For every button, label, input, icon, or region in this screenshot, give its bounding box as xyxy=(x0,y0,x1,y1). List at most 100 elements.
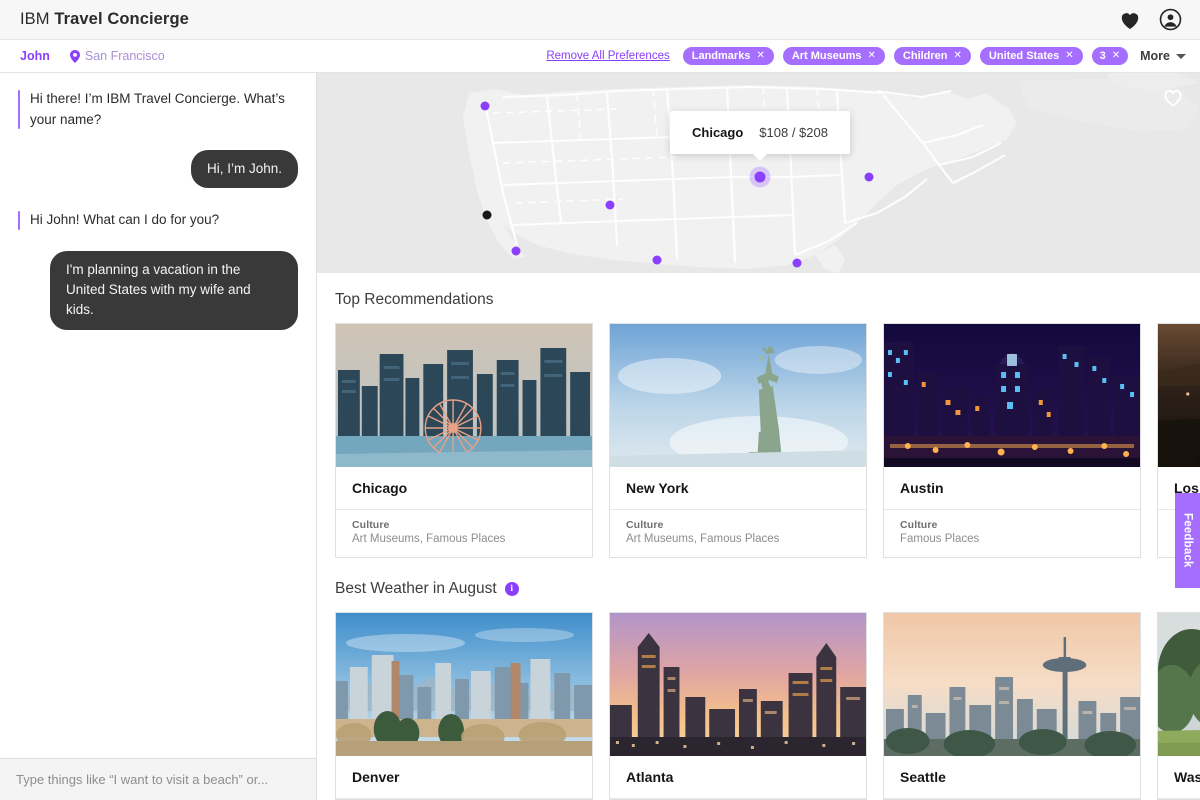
close-icon[interactable]: ✕ xyxy=(954,51,962,61)
chat-panel: Hi there! I’m IBM Travel Concierge. What… xyxy=(0,73,317,800)
card-image xyxy=(336,613,592,756)
card-tags: Culture Art Museums, Famous Places xyxy=(336,510,592,557)
app-header: IBM Travel Concierge xyxy=(0,0,1200,40)
user-name[interactable]: John xyxy=(20,49,50,63)
header-actions xyxy=(1119,8,1182,31)
seattle-skyline-image xyxy=(884,613,1140,756)
more-label: More xyxy=(1140,49,1170,63)
chat-input-bar xyxy=(0,758,316,800)
section-title-label: Top Recommendations xyxy=(335,291,494,308)
chicago-skyline-image xyxy=(336,324,592,467)
brand-ibm: IBM xyxy=(20,10,50,28)
card-title: New York xyxy=(610,467,866,510)
map-marker-atlanta[interactable] xyxy=(792,258,802,268)
preferences-bar: John San Francisco Remove All Preference… xyxy=(0,40,1200,73)
chip-label: 3 xyxy=(1099,50,1106,62)
account-circle-icon[interactable] xyxy=(1159,8,1182,31)
chip-label: Children xyxy=(902,50,948,62)
more-preferences-button[interactable]: More xyxy=(1140,49,1186,63)
chip-label: Art Museums xyxy=(791,50,862,62)
chip-label: Landmarks xyxy=(691,50,751,62)
chat-message-user: Hi, I’m John. xyxy=(190,150,298,189)
card-denver[interactable]: Denver xyxy=(335,90,1182,800)
card-tag-values: Art Museums, Famous Places xyxy=(352,533,506,545)
preference-chip-children[interactable]: Children ✕ xyxy=(893,47,971,65)
map-marker-san-francisco[interactable] xyxy=(482,210,492,220)
card-title: Washington xyxy=(1158,756,1200,799)
chat-message-user-row: I'm planning a vacation in the United St… xyxy=(18,250,298,330)
map-marker-seattle[interactable] xyxy=(480,101,490,111)
section-title: Top Recommendations xyxy=(335,291,1200,309)
card-tags: Culture Art Museums, Famous Places xyxy=(610,510,866,557)
card-title: Seattle xyxy=(884,756,1140,799)
card-title: Chicago xyxy=(336,467,592,510)
card-atlanta[interactable]: Atlanta xyxy=(609,90,1182,800)
chat-message-bot: Hi there! I’m IBM Travel Concierge. What… xyxy=(18,89,298,130)
section-best-weather: Best Weather in August i Denver Atlanta … xyxy=(317,90,1200,800)
card-austin[interactable]: Austin Culture Famous Places xyxy=(883,90,1182,558)
close-icon[interactable]: ✕ xyxy=(756,51,764,61)
map-marker-chicago[interactable] xyxy=(754,171,766,183)
preference-chips: Remove All Preferences Landmarks ✕ Art M… xyxy=(546,47,1186,65)
map-tooltip-price: $108 / $208 xyxy=(759,125,828,140)
section-title: Best Weather in August i xyxy=(335,580,1200,598)
card-image xyxy=(1158,613,1200,756)
card-title: Denver xyxy=(336,756,592,799)
preference-chip-united-states[interactable]: United States ✕ xyxy=(979,47,1083,65)
card-image xyxy=(884,613,1140,756)
atlanta-sunset-image xyxy=(610,613,866,756)
card-tag-category: Culture xyxy=(900,519,938,531)
preference-chip-overflow-count[interactable]: 3 ✕ xyxy=(1091,47,1129,65)
info-icon[interactable]: i xyxy=(504,582,519,596)
main-content: Chicago $108 / $208 Top Recommendations xyxy=(317,73,1200,800)
card-tag-category: Culture xyxy=(626,519,664,531)
map-marker-washington[interactable] xyxy=(864,172,874,182)
chat-message-user: I'm planning a vacation in the United St… xyxy=(50,250,298,330)
card-image xyxy=(1158,324,1200,467)
washington-park-image xyxy=(1158,613,1200,756)
preference-chip-art-museums[interactable]: Art Museums ✕ xyxy=(782,47,885,65)
chat-message-list: Hi there! I’m IBM Travel Concierge. What… xyxy=(0,73,316,758)
weather-card-list: Denver Atlanta Seattle Wa xyxy=(335,90,1200,800)
section-title-label: Best Weather in August xyxy=(335,580,497,597)
remove-all-preferences-link[interactable]: Remove All Preferences xyxy=(546,50,669,62)
map-pin-icon xyxy=(69,49,80,63)
card-chicago[interactable]: Chicago Culture Art Museums, Famous Plac… xyxy=(335,90,1182,558)
map-marker-austin[interactable] xyxy=(652,255,662,265)
feedback-tab[interactable]: Feedback xyxy=(1175,493,1200,588)
denver-skyline-image xyxy=(336,613,592,756)
card-title: Austin xyxy=(884,467,1140,510)
austin-night-skyline-image xyxy=(884,324,1140,467)
map-tooltip: Chicago $108 / $208 xyxy=(670,111,850,154)
close-icon[interactable]: ✕ xyxy=(868,51,876,61)
heart-icon[interactable] xyxy=(1119,10,1141,30)
current-location[interactable]: San Francisco xyxy=(69,49,165,63)
card-image xyxy=(610,324,866,467)
close-icon[interactable]: ✕ xyxy=(1065,51,1073,61)
current-location-label: San Francisco xyxy=(84,49,165,63)
card-tag-values: Famous Places xyxy=(900,533,980,545)
chip-label: United States xyxy=(988,50,1060,62)
chat-message-user-row: Hi, I’m John. xyxy=(18,150,298,189)
close-icon[interactable]: ✕ xyxy=(1112,51,1120,61)
card-seattle[interactable]: Seattle xyxy=(883,90,1182,800)
card-tag-values: Art Museums, Famous Places xyxy=(626,533,780,545)
preference-chip-landmarks[interactable]: Landmarks ✕ xyxy=(682,47,774,65)
los-angeles-night-image xyxy=(1158,324,1200,467)
map-marker-los-angeles[interactable] xyxy=(511,246,521,256)
card-washington[interactable]: Washington xyxy=(1157,90,1200,800)
card-tag-category: Culture xyxy=(352,519,390,531)
destination-map[interactable]: Chicago $108 / $208 xyxy=(317,73,1200,273)
chevron-down-icon xyxy=(1176,53,1186,59)
chat-input[interactable] xyxy=(0,772,316,787)
app-title: IBM Travel Concierge xyxy=(20,10,189,29)
feedback-label: Feedback xyxy=(1181,513,1194,568)
chat-message-bot: Hi John! What can I do for you? xyxy=(18,210,298,231)
card-image xyxy=(610,613,866,756)
map-marker-denver[interactable] xyxy=(605,200,615,210)
map-tooltip-city: Chicago xyxy=(692,125,744,140)
card-tags: Culture Famous Places xyxy=(884,510,1140,557)
card-title: Atlanta xyxy=(610,756,866,799)
card-new-york[interactable]: New York Culture Art Museums, Famous Pla… xyxy=(609,90,1182,558)
card-image xyxy=(336,324,592,467)
